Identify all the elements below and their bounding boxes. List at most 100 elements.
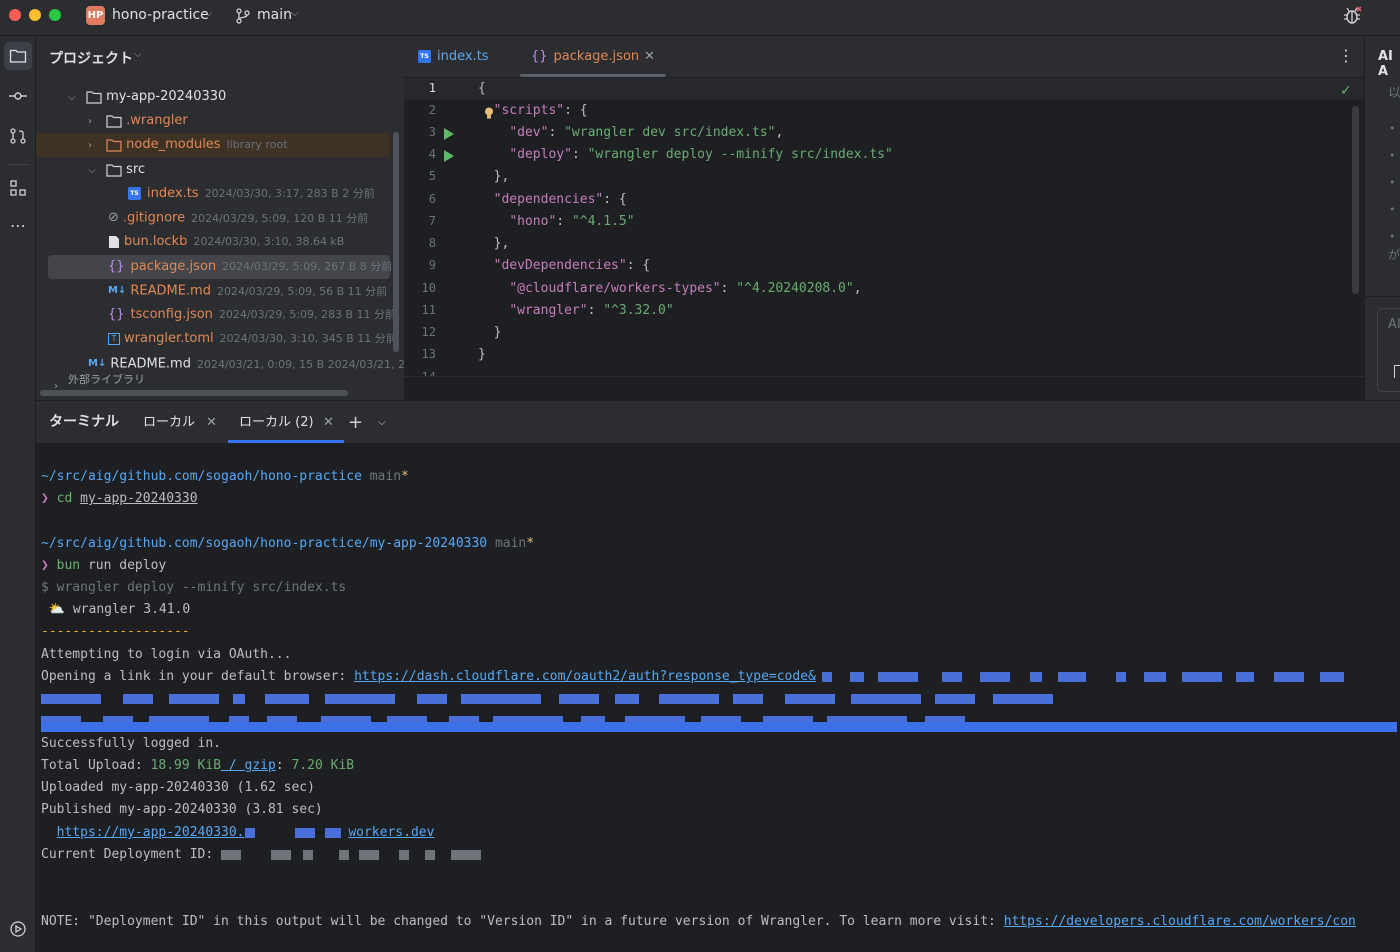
- tree-item-gitignore[interactable]: ⊘ .gitignore 2024/03/29, 5:09, 120 B 11 分前: [108, 206, 368, 230]
- terminal-line: Published my-app-20240330 (3.81 sec): [41, 802, 323, 817]
- code-line: }: [478, 347, 486, 362]
- check-icon[interactable]: ✓: [1340, 83, 1352, 99]
- tab-local-2[interactable]: ローカル (2): [239, 401, 314, 444]
- chevron-right-icon[interactable]: ›: [88, 110, 102, 134]
- ai-prompt-input[interactable]: AI: [1377, 308, 1400, 392]
- terminal-line-redacted: [41, 688, 1397, 710]
- project-tool-button[interactable]: [4, 42, 32, 70]
- vertical-scrollbar[interactable]: [393, 132, 399, 352]
- window-close-button[interactable]: [9, 9, 21, 21]
- chevron-down-icon[interactable]: ⌵: [378, 401, 386, 444]
- tree-item-readme-inner[interactable]: M↓ README.md 2024/03/29, 5:09, 56 B 11 分前: [108, 279, 387, 303]
- tree-item-my-app[interactable]: ⌵ my-app-20240330: [68, 85, 226, 109]
- tree-item-src[interactable]: ⌵ src: [88, 158, 145, 182]
- vertical-scrollbar[interactable]: [1352, 106, 1359, 294]
- tree-item-label: package.json: [130, 259, 217, 274]
- run-script-icon[interactable]: [444, 128, 454, 140]
- file-icon: [109, 235, 119, 248]
- code-line: "wrangler": "^3.32.0": [509, 303, 674, 318]
- run-script-icon[interactable]: [444, 150, 454, 162]
- close-icon[interactable]: ✕: [323, 401, 334, 444]
- line-number: 12: [421, 325, 436, 339]
- project-pane: プロジェクト ⌵ ─ ─ ─ ─ ─ ─ ─ ⌵ my-app-20240330…: [36, 36, 404, 400]
- ignored-file-icon: ⊘: [108, 210, 119, 225]
- tree-item-meta: 2024/03/30, 3:10, 38.64 kB: [193, 235, 345, 248]
- commit-tool-button[interactable]: [4, 82, 32, 110]
- terminal-title: ターミナル: [49, 414, 119, 430]
- more-icon[interactable]: ⋯: [4, 214, 32, 242]
- project-switcher[interactable]: hono-practice: [112, 7, 209, 23]
- chevron-right-icon[interactable]: ›: [88, 134, 102, 158]
- services-icon: [10, 921, 26, 937]
- terminal-line: Uploaded my-app-20240330 (1.62 sec): [41, 780, 315, 795]
- code-line: "dev": "wrangler dev src/index.ts",: [509, 125, 784, 140]
- branch-switcher[interactable]: main: [257, 7, 292, 23]
- tree-item-wrangler-toml[interactable]: Twrangler.toml 2024/03/30, 3:10, 345 B 11…: [108, 327, 397, 351]
- tab-local[interactable]: ローカル: [143, 401, 195, 444]
- chevron-right-icon[interactable]: ›: [54, 375, 68, 388]
- title-bar: HP hono-practice ⌵ main ⌵: [0, 0, 1400, 36]
- window-minimize-button[interactable]: [29, 9, 41, 21]
- list-bullet: •: [1389, 176, 1396, 189]
- tree-item-node-modules[interactable]: › node_modules library root: [88, 133, 288, 157]
- tab-index-ts[interactable]: TS index.ts: [418, 36, 489, 78]
- terminal-line: NOTE: "Deployment ID" in this output wil…: [41, 914, 1356, 929]
- bookmark-icon[interactable]: [1394, 365, 1400, 378]
- line-number: 7: [428, 214, 436, 228]
- chevron-down-icon[interactable]: ⌵: [205, 8, 213, 19]
- horizontal-scrollbar[interactable]: [40, 390, 348, 396]
- terminal-line: Current Deployment ID:: [41, 844, 482, 866]
- tree-item-truncated: ─ ─ ─ ─ ─ ─ ─: [88, 65, 168, 75]
- tab-label: package.json: [553, 49, 640, 64]
- chevron-down-icon[interactable]: ⌵: [134, 49, 142, 60]
- project-badge[interactable]: HP: [86, 6, 105, 25]
- line-number: 3: [428, 125, 436, 139]
- tree-item-label: .wrangler: [126, 113, 188, 128]
- services-tool-button[interactable]: [4, 915, 32, 943]
- window-maximize-button[interactable]: [49, 9, 61, 21]
- line-number: 2: [428, 103, 436, 117]
- chevron-down-icon[interactable]: ⌵: [88, 159, 102, 183]
- bug-icon[interactable]: [1342, 5, 1364, 27]
- oauth-link[interactable]: https://dash.cloudflare.com/oauth2/auth?…: [354, 669, 816, 684]
- tree-item-index-ts[interactable]: TS index.ts 2024/03/30, 3:17, 283 B 2 分前: [128, 182, 375, 206]
- line-number: 9: [428, 258, 436, 272]
- typescript-file-icon: TS: [128, 187, 141, 200]
- tab-package-json[interactable]: {} package.json: [531, 36, 639, 78]
- code-editor[interactable]: 1234567891011121314 ✓ { "scripts": { "de…: [404, 78, 1364, 376]
- structure-tool-button[interactable]: [4, 174, 32, 202]
- deployment-url-link[interactable]: workers.dev: [348, 825, 434, 840]
- tree-item-readme-root[interactable]: M↓ README.md 2024/03/21, 0:09, 15 B 2024/0…: [88, 352, 404, 376]
- add-terminal-button[interactable]: +: [348, 401, 363, 444]
- json-file-icon: {}: [108, 259, 125, 274]
- tree-item-wrangler-dir[interactable]: › .wrangler: [88, 109, 188, 133]
- tree-item-tsconfig[interactable]: {} tsconfig.json 2024/03/29, 5:09, 283 B 1…: [108, 303, 396, 327]
- folder-icon: [106, 163, 122, 177]
- current-line-highlight: [404, 78, 1364, 100]
- folder-icon: [106, 114, 122, 128]
- more-vertical-icon[interactable]: ⋮: [1338, 46, 1354, 65]
- line-number: 5: [428, 169, 436, 183]
- pull-requests-tool-button[interactable]: [4, 122, 32, 150]
- divider: [7, 164, 29, 165]
- toml-file-icon: T: [108, 332, 120, 345]
- terminal-line: ~/src/aig/github.com/sogaoh/hono-practic…: [41, 469, 409, 484]
- close-icon[interactable]: ✕: [206, 401, 217, 444]
- git-branch-icon[interactable]: [236, 8, 250, 24]
- deployment-url-link[interactable]: https://my-app-20240330.: [57, 825, 245, 840]
- tree-item-external-libs[interactable]: ›外部ライブラリ: [54, 374, 145, 388]
- terminal-output[interactable]: ~/src/aig/github.com/sogaoh/hono-practic…: [36, 443, 1400, 952]
- code-line: "hono": "^4.1.5": [509, 214, 635, 229]
- code-line: "deploy": "wrangler deploy --minify src/…: [509, 147, 893, 162]
- chevron-down-icon[interactable]: ⌵: [291, 8, 299, 19]
- tree-item-bun-lockb[interactable]: bun.lockb 2024/03/30, 3:10, 38.64 kB: [108, 230, 344, 254]
- editor-tab-bar: TS index.ts {} package.json ✕ ⋮: [404, 36, 1364, 78]
- code-line: },: [493, 236, 510, 251]
- line-number: 6: [428, 192, 436, 206]
- chevron-down-icon[interactable]: ⌵: [68, 86, 82, 110]
- close-icon[interactable]: ✕: [644, 36, 655, 78]
- tree-item-meta: 2024/03/30, 3:10, 345 B 11 分前: [219, 332, 397, 345]
- tree-item-label: 外部ライブラリ: [68, 374, 145, 386]
- docs-link[interactable]: https://developers.cloudflare.com/worker…: [1004, 914, 1356, 929]
- tree-item-package-json[interactable]: {} package.json 2024/03/29, 5:09, 267 B 8 …: [108, 255, 392, 279]
